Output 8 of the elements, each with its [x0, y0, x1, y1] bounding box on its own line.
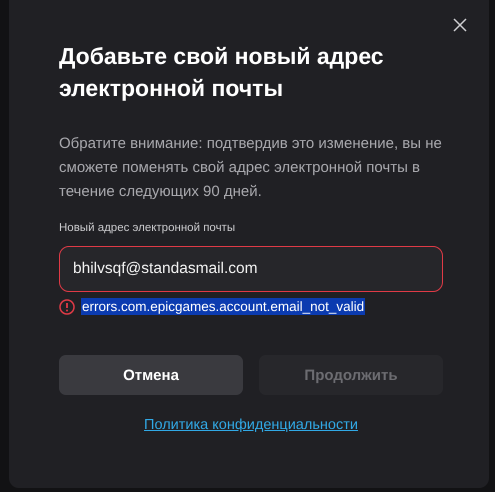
- notice-text: Обратите внимание: подтвердив это изменение, вы не сможете поменять свой адрес электронной почты в течение следующих 90 дней.: [59, 134, 443, 202]
- dialog-title: Добавьте свой новый адрес электронной почты: [59, 42, 385, 103]
- error-message: errors.com.epicgames.account.email_not_valid: [81, 298, 366, 315]
- cancel-button[interactable]: Отмена: [59, 355, 243, 395]
- error-icon: [59, 298, 75, 314]
- field-label: Новый адрес электронной почты: [59, 222, 236, 234]
- email-field[interactable]: bhilvsqf@standasmail.com: [59, 246, 443, 292]
- privacy-link[interactable]: Политика конфиденциальности: [144, 417, 358, 433]
